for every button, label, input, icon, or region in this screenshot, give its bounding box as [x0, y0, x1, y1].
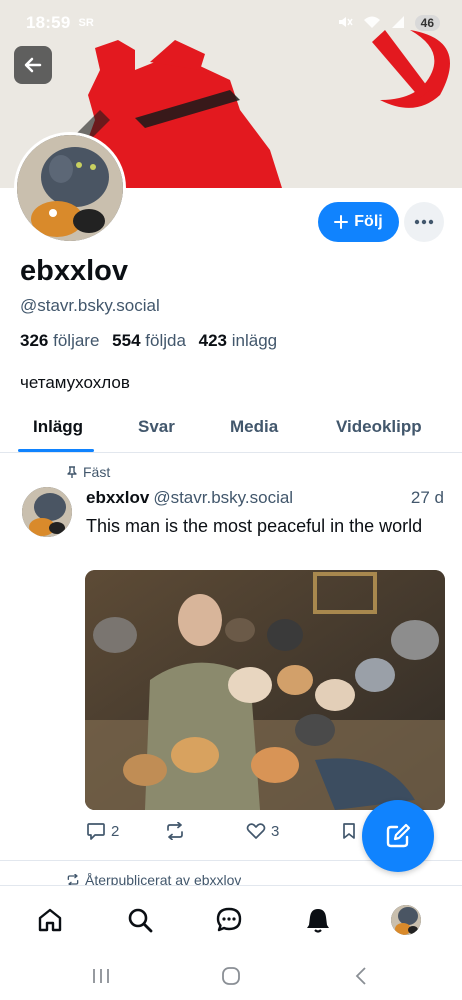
mute-icon — [337, 15, 353, 32]
arrow-left-icon — [24, 57, 42, 73]
tab-media[interactable]: Media — [230, 417, 278, 437]
post-photo — [85, 570, 445, 810]
tab-videos[interactable]: Videoklipp — [336, 417, 422, 437]
status-bar: 18:59 SR 46 — [0, 0, 462, 46]
post-author-handle[interactable]: @stavr.bsky.social — [153, 488, 293, 507]
tab-replies[interactable]: Svar — [138, 417, 175, 437]
avatar-image — [17, 135, 123, 241]
profile-avatar[interactable] — [14, 132, 126, 244]
profile-tabs: Inlägg Svar Media Videoklipp — [0, 405, 462, 453]
following-label: följda — [145, 331, 186, 350]
post-timestamp[interactable]: 27 d — [411, 488, 444, 508]
profile-stats: 326 följare 554 följda 423 inlägg — [20, 331, 277, 351]
nav-home[interactable] — [32, 902, 68, 938]
post-author-name[interactable]: ebxxlov — [86, 488, 149, 507]
display-name: ebxxlov — [20, 255, 128, 287]
profile-handle: @stavr.bsky.social — [20, 296, 160, 315]
recent-apps-icon — [93, 969, 109, 983]
reply-count: 2 — [111, 823, 120, 840]
notification-icon: SR — [78, 17, 94, 29]
system-back-button[interactable] — [346, 961, 376, 991]
comment-icon — [87, 823, 105, 840]
posts-stat: 423 inlägg — [199, 331, 277, 350]
following-stat[interactable]: 554 följda — [112, 331, 186, 350]
avatar-image — [391, 905, 421, 935]
bell-icon — [307, 909, 329, 933]
post-image[interactable] — [85, 570, 445, 810]
bookmark-icon — [343, 823, 355, 839]
posts-label: inlägg — [231, 331, 278, 350]
home-system-button[interactable] — [216, 961, 246, 991]
back-button[interactable] — [14, 46, 52, 84]
pinned-label: Fäst — [83, 464, 111, 480]
chat-icon — [216, 907, 242, 932]
bottom-navigation — [0, 885, 462, 953]
wifi-icon — [363, 15, 381, 32]
search-icon — [128, 908, 153, 933]
profile-avatar-small — [391, 905, 421, 935]
followers-label: följare — [53, 331, 100, 350]
bookmark-button[interactable] — [342, 822, 356, 840]
heart-icon — [246, 823, 266, 839]
recent-apps-button[interactable] — [86, 961, 116, 991]
compose-button[interactable] — [362, 800, 434, 872]
like-button[interactable]: 3 — [246, 822, 279, 840]
more-options-button[interactable] — [404, 202, 444, 242]
nav-notifications[interactable] — [300, 902, 336, 938]
follow-label: Följ — [354, 213, 383, 230]
home-circle-icon — [222, 967, 240, 985]
repost-icon — [167, 822, 183, 840]
follow-button[interactable]: Följ — [318, 202, 399, 242]
nav-chat[interactable] — [211, 902, 247, 938]
compose-icon — [386, 823, 411, 848]
post-header: ebxxlov @stavr.bsky.social — [86, 488, 293, 508]
plus-icon — [334, 215, 349, 229]
status-icons: 46 — [337, 15, 440, 32]
profile-bio: четамухохлов — [20, 373, 130, 392]
status-time: 18:59 — [26, 13, 71, 32]
followers-count: 326 — [20, 331, 49, 350]
nav-search[interactable] — [122, 902, 158, 938]
active-tab-indicator — [18, 449, 94, 452]
system-navigation-bar — [0, 953, 462, 1000]
home-icon — [38, 908, 62, 932]
post-author-avatar[interactable] — [22, 487, 72, 537]
pin-icon — [67, 465, 77, 478]
tab-posts[interactable]: Inlägg — [33, 417, 83, 437]
battery-level: 46 — [414, 15, 440, 31]
pinned-indicator: Fäst — [66, 464, 110, 480]
avatar-image — [22, 487, 72, 537]
nav-profile[interactable] — [388, 902, 424, 938]
like-count: 3 — [271, 822, 280, 840]
following-count: 554 — [112, 331, 141, 350]
chevron-left-icon — [355, 967, 366, 985]
ellipsis-icon — [414, 219, 434, 225]
posts-count: 423 — [198, 331, 228, 350]
post-text: This man is the most peaceful in the wor… — [86, 516, 423, 536]
followers-stat[interactable]: 326 följare — [20, 331, 99, 350]
reply-button[interactable]: 2 — [86, 822, 119, 841]
signal-icon — [391, 15, 405, 32]
repost-button[interactable] — [165, 822, 185, 840]
